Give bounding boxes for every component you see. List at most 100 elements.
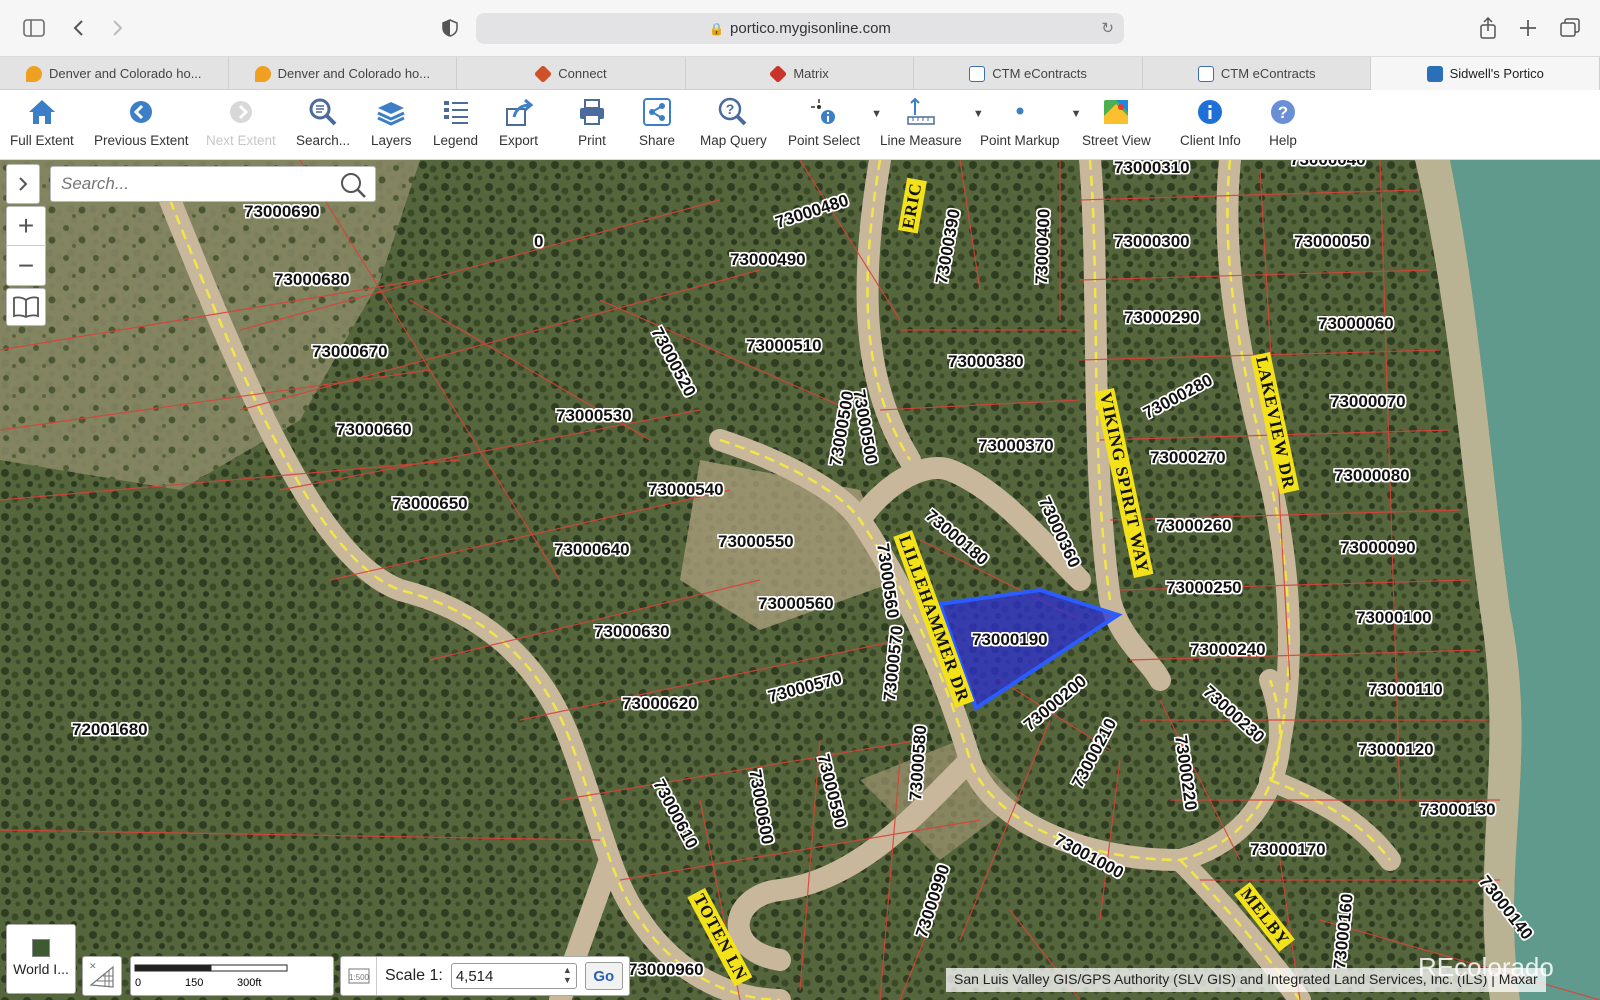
parcel-label[interactable]: 73000040 [1290,160,1366,170]
tab-label: Sidwell's Portico [1449,66,1544,81]
point-select-button[interactable]: Point Select ▼ [788,96,882,154]
forward-icon[interactable] [104,14,132,42]
parcel-label[interactable]: 73000370 [978,436,1054,456]
parcel-label[interactable]: 73000090 [1340,538,1416,558]
parcel-label[interactable]: 73000650 [392,494,468,514]
parcel-label[interactable]: 73000540 [648,480,724,500]
parcel-label[interactable]: 73000530 [556,406,632,426]
tab-overview-icon[interactable] [1556,14,1584,42]
share-icon[interactable] [1474,14,1502,42]
parcel-label[interactable]: 0 [534,232,543,252]
help-button[interactable]: ? Help [1269,96,1297,154]
parcel-label[interactable]: 73000660 [336,420,412,440]
lock-icon: 🔒 [709,21,725,36]
panel-expand-button[interactable] [6,164,40,204]
parcel-label[interactable]: 73000960 [628,960,704,980]
tab-portico[interactable]: Sidwell's Portico [1371,57,1600,90]
back-icon[interactable] [64,14,92,42]
map-search[interactable] [50,166,376,202]
parcel-label[interactable]: 73000310 [1114,160,1190,178]
parcel-label[interactable]: 73000080 [1334,466,1410,486]
document-icon [1197,65,1214,82]
parcel-label[interactable]: 73000630 [594,622,670,642]
book-icon [13,296,39,318]
search-button[interactable]: Search... [296,96,350,154]
export-button[interactable]: Export [499,96,538,154]
point-markup-button[interactable]: Point Markup ▼ [980,96,1082,154]
zoom-out-button[interactable]: − [6,246,46,285]
parcel-label[interactable]: 73000270 [1150,448,1226,468]
parcel-label[interactable]: 73000070 [1330,392,1406,412]
parcel-label[interactable]: 73000060 [1318,314,1394,334]
parcel-label[interactable]: 73000100 [1356,608,1432,628]
selected-parcel-label[interactable]: 73000190 [972,630,1048,650]
map-view[interactable]: ERIC LILLEHAMMER DR VIKING SPIRIT WAY LA… [0,160,1600,1000]
export-label: Export [499,133,539,148]
search-input[interactable] [61,174,321,194]
parcel-label[interactable]: 73000400 [1032,208,1055,284]
share-button[interactable]: Share [639,96,675,154]
chevron-down-icon[interactable]: ▼ [1071,108,1082,120]
tab-connect[interactable]: Connect [457,57,686,90]
parcel-label[interactable]: 73000260 [1156,516,1232,536]
overview-map-button[interactable]: ✕ [82,956,122,996]
street-view-button[interactable]: Street View [1082,96,1151,154]
forward-arrow-icon [229,101,252,123]
address-bar[interactable]: 🔒 portico.mygisonline.com ↻ [476,13,1124,44]
parcel-label[interactable]: 73000490 [730,250,806,270]
previous-extent-label: Previous Extent [94,133,189,148]
layers-icon [377,102,405,126]
parcel-label[interactable]: 73000240 [1190,640,1266,660]
tab-matrix[interactable]: Matrix [686,57,915,90]
tab-denver-2[interactable]: Denver and Colorado ho... [229,57,458,90]
parcel-label[interactable]: 73000380 [948,352,1024,372]
tab-ctm-2[interactable]: CTM eContracts [1143,57,1372,90]
tab-label: Denver and Colorado ho... [49,66,202,81]
point-select-label: Point Select [788,133,861,148]
parcel-label[interactable]: 73000550 [718,532,794,552]
legend-button[interactable]: Legend [433,96,478,154]
parcel-label[interactable]: 73000640 [554,540,630,560]
scale-input[interactable]: 4,514 ▲ ▼ [450,963,577,989]
parcel-label[interactable]: 73000560 [758,594,834,614]
stepper-icon[interactable]: ▲ ▼ [563,965,572,985]
svg-text:?: ? [1278,103,1288,122]
full-extent-button[interactable]: Full Extent [10,96,74,154]
parcel-label[interactable]: 73000300 [1114,232,1190,252]
scale-value: 4,514 [455,967,494,985]
tab-ctm-1[interactable]: CTM eContracts [914,57,1143,90]
parcel-label[interactable]: 73000130 [1420,800,1496,820]
client-info-button[interactable]: Client Info [1180,96,1241,154]
parcel-label[interactable]: 73000120 [1358,740,1434,760]
parcel-label[interactable]: 73000110 [1368,680,1443,700]
parcel-label[interactable]: 73000290 [1124,308,1200,328]
next-extent-button[interactable]: Next Extent [206,96,276,154]
parcel-label[interactable]: 73000680 [274,270,350,290]
basemap-switcher[interactable]: World I... [6,924,76,994]
zoom-in-button[interactable]: + [6,207,46,247]
parcel-label[interactable]: 73000170 [1250,840,1326,860]
previous-extent-button[interactable]: Previous Extent [94,96,189,154]
layers-label: Layers [371,133,412,148]
parcel-label[interactable]: 73000690 [244,202,320,222]
new-tab-icon[interactable] [1514,14,1542,42]
layers-button[interactable]: Layers [371,96,412,154]
line-measure-button[interactable]: Line Measure ▼ [880,96,984,154]
search-icon [309,98,337,126]
parcel-label[interactable]: 73000670 [312,342,388,362]
sidebar-toggle-icon[interactable] [20,14,48,42]
scale-bar: 0 150 300ft [130,956,334,996]
privacy-shield-icon[interactable] [436,14,464,42]
parcel-label[interactable]: 73000050 [1294,232,1370,252]
map-query-button[interactable]: ? Map Query [700,96,767,154]
print-button[interactable]: Print [577,96,607,154]
go-button[interactable]: Go [584,962,623,990]
search-icon[interactable] [339,171,367,204]
parcel-label[interactable]: 72001680 [72,720,148,740]
bookmarks-button[interactable] [6,288,46,326]
tab-denver-1[interactable]: Denver and Colorado ho... [0,57,229,90]
parcel-label[interactable]: 73000250 [1166,578,1242,598]
parcel-label[interactable]: 73000510 [746,336,822,356]
reload-icon[interactable]: ↻ [1101,19,1114,37]
parcel-label[interactable]: 73000620 [622,694,698,714]
